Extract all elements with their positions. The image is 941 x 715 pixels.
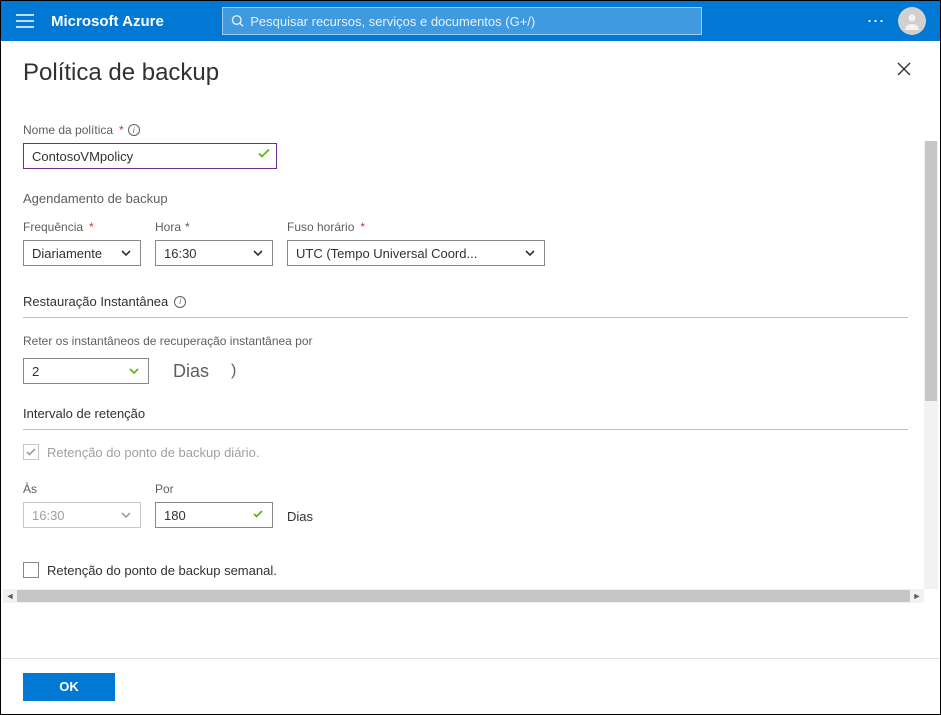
instant-restore-days-select[interactable]: 2: [23, 358, 149, 384]
timezone-value: UTC (Tempo Universal Coord...: [296, 246, 477, 261]
for-input[interactable]: 180: [155, 502, 273, 528]
required-asterisk: *: [119, 123, 124, 137]
header-more-button[interactable]: ⋯: [858, 11, 894, 32]
retention-heading: Intervalo de retenção: [23, 406, 908, 430]
info-icon[interactable]: i: [174, 296, 186, 308]
weekly-retention-label: Retenção do ponto de backup semanal.: [47, 563, 277, 578]
hamburger-menu-button[interactable]: [5, 1, 45, 41]
for-value: 180: [164, 508, 186, 523]
search-icon: [231, 14, 244, 28]
blade-body: Política de backup Nome da política* i A…: [1, 41, 940, 659]
instant-restore-label: Reter os instantâneos de recuperação ins…: [23, 334, 918, 348]
timezone-label: Fuso horário*: [287, 220, 545, 234]
blade-title: Política de backup: [23, 59, 918, 87]
search-container: [222, 7, 702, 35]
paren-text: ): [231, 362, 236, 380]
user-icon: [902, 11, 922, 31]
scroll-left-arrow[interactable]: ◄: [3, 589, 17, 603]
brand-label: Microsoft Azure: [45, 13, 182, 30]
timezone-select[interactable]: UTC (Tempo Universal Coord...: [287, 240, 545, 266]
chevron-down-icon: [128, 365, 140, 377]
instant-restore-heading: Restauração Instantânea i: [23, 294, 908, 318]
at-select: 16:30: [23, 502, 141, 528]
check-icon: [252, 508, 264, 523]
avatar[interactable]: [898, 7, 926, 35]
policy-name-label: Nome da política* i: [23, 123, 918, 137]
time-select[interactable]: 16:30: [155, 240, 273, 266]
daily-retention-checkbox: [23, 444, 39, 460]
top-header: Microsoft Azure ⋯: [1, 1, 940, 41]
time-label: Hora*: [155, 220, 273, 234]
scroll-right-arrow[interactable]: ►: [910, 589, 924, 603]
scrollbar-thumb[interactable]: [925, 141, 937, 401]
check-icon: [25, 446, 37, 458]
frequency-value: Diariamente: [32, 246, 102, 261]
info-icon[interactable]: i: [128, 124, 140, 136]
close-button[interactable]: [896, 61, 912, 82]
close-icon: [896, 61, 912, 77]
blade-footer: OK: [1, 658, 940, 714]
time-value: 16:30: [164, 246, 197, 261]
daily-retention-label: Retenção do ponto de backup diário.: [47, 445, 260, 460]
chevron-down-icon: [120, 247, 132, 259]
chevron-down-icon: [524, 247, 536, 259]
frequency-label: Frequência*: [23, 220, 141, 234]
days-label: Dias: [173, 361, 209, 382]
vertical-scrollbar[interactable]: [924, 141, 938, 589]
schedule-heading: Agendamento de backup: [23, 191, 918, 206]
instant-restore-value: 2: [32, 364, 39, 379]
weekly-retention-checkbox[interactable]: [23, 562, 39, 578]
for-label: Por: [155, 482, 273, 496]
ok-button[interactable]: OK: [23, 673, 115, 701]
frequency-select[interactable]: Diariamente: [23, 240, 141, 266]
for-unit-label: Dias: [287, 509, 313, 524]
search-box[interactable]: [222, 7, 702, 35]
horizontal-scrollbar[interactable]: ◄ ►: [3, 589, 924, 603]
hamburger-icon: [16, 14, 34, 28]
at-label: Às: [23, 482, 141, 496]
search-input[interactable]: [250, 14, 693, 29]
policy-name-input[interactable]: [23, 143, 277, 169]
scrollbar-thumb[interactable]: [17, 590, 910, 602]
at-value: 16:30: [32, 508, 65, 523]
chevron-down-icon: [252, 247, 264, 259]
chevron-down-icon: [120, 509, 132, 521]
